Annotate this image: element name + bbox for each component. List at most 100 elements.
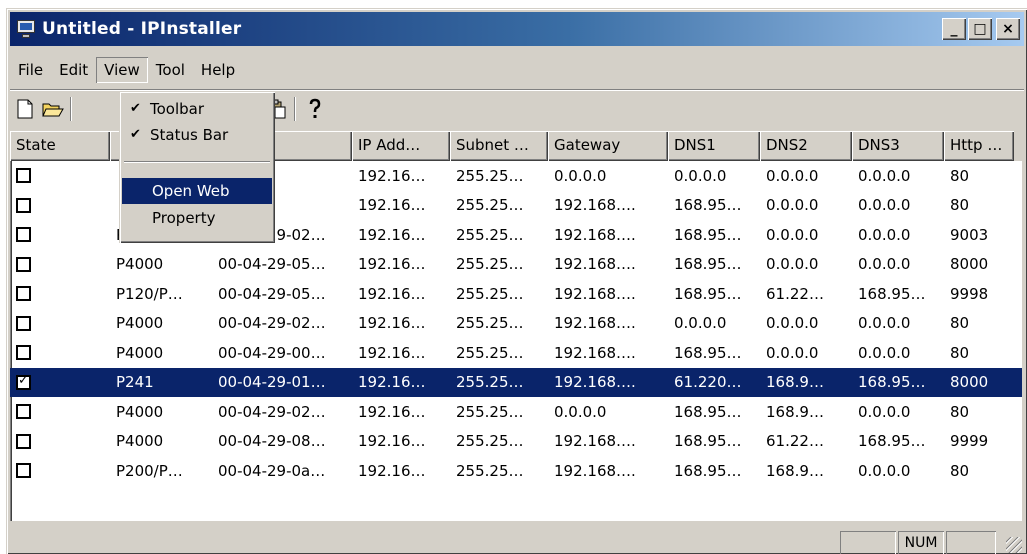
menu-tool[interactable]: Tool: [148, 57, 193, 83]
close-button[interactable]: ×: [996, 18, 1020, 40]
state-checkbox[interactable]: [16, 197, 31, 213]
column-header[interactable]: Subnet …: [450, 131, 548, 161]
state-cell: [10, 168, 110, 184]
table-cell: 255.25…: [456, 255, 524, 274]
table-cell: 255.25…: [456, 402, 524, 421]
view-menu-dropdown: ✔ Toolbar ✔ Status Bar Open Web Property: [119, 91, 275, 243]
table-cell: 00-04-29-02…: [218, 402, 326, 421]
new-file-icon[interactable]: [12, 96, 38, 122]
table-cell: 168.95…: [858, 373, 926, 392]
table-row[interactable]: P4000 00-04-29-00… 192.16… 255.25… 192.168….…: [10, 338, 1022, 368]
state-checkbox[interactable]: [16, 256, 31, 272]
column-header[interactable]: State: [10, 131, 110, 161]
maximize-button[interactable]: □: [968, 18, 992, 40]
column-header[interactable]: IP Add…: [352, 131, 450, 161]
state-checkbox[interactable]: [16, 168, 31, 184]
table-cell: 8000: [950, 255, 989, 274]
menu-item-toolbar[interactable]: ✔ Toolbar: [122, 96, 272, 122]
menu-item-property[interactable]: Property: [122, 205, 272, 231]
table-row[interactable]: P4000 00-04-29-08… 192.16… 255.25… 192.168….…: [10, 427, 1022, 457]
table-cell: 168.95…: [858, 432, 926, 451]
table-cell: 192.168….: [554, 314, 636, 333]
menu-file[interactable]: File: [10, 57, 51, 83]
open-folder-icon[interactable]: [40, 96, 66, 122]
table-cell: 80: [950, 402, 970, 421]
menu-bar: File Edit View Tool Help: [10, 57, 243, 83]
table-cell: 168.95…: [674, 255, 742, 274]
resize-grip[interactable]: [1006, 537, 1022, 553]
state-cell: [10, 345, 110, 361]
table-cell: P4000: [116, 255, 164, 274]
table-cell: 0.0.0.0: [858, 461, 911, 480]
table-cell: 00-04-29-02…: [218, 314, 326, 333]
table-row[interactable]: P120/P… 00-04-29-05… 192.16… 255.25… 192.168…: [10, 279, 1022, 309]
state-cell: [10, 256, 110, 272]
state-checkbox[interactable]: [16, 374, 31, 390]
state-checkbox[interactable]: [16, 286, 31, 302]
table-cell: 0.0.0.0: [766, 225, 819, 244]
table-cell: 0.0.0.0: [766, 255, 819, 274]
table-cell: 80: [950, 461, 970, 480]
menu-help[interactable]: Help: [193, 57, 243, 83]
table-cell: 192.16…: [358, 343, 426, 362]
app-icon: [16, 19, 36, 39]
table-cell: 255.25…: [456, 461, 524, 480]
table-cell: 0.0.0.0: [858, 314, 911, 333]
column-header[interactable]: Gateway: [548, 131, 668, 161]
help-icon[interactable]: [302, 96, 328, 122]
table-cell: 168.9…: [766, 373, 824, 392]
table-cell: 0.0.0.0: [766, 314, 819, 333]
table-cell: P4000: [116, 343, 164, 362]
table-cell: 255.25…: [456, 343, 524, 362]
table-cell: 192.16…: [358, 373, 426, 392]
table-cell: 0.0.0.0: [858, 343, 911, 362]
menu-item-open-web[interactable]: Open Web: [122, 178, 272, 204]
table-cell: 192.168….: [554, 225, 636, 244]
menu-item-status-bar[interactable]: ✔ Status Bar: [122, 122, 272, 148]
state-checkbox[interactable]: [16, 404, 31, 420]
column-header[interactable]: DNS1: [668, 131, 760, 161]
menu-separator: [124, 161, 270, 163]
table-cell: 255.25…: [456, 196, 524, 215]
table-row[interactable]: P4000 00-04-29-05… 192.16… 255.25… 192.168….…: [10, 250, 1022, 280]
table-cell: 192.168….: [554, 432, 636, 451]
column-header[interactable]: Http …: [944, 131, 1014, 161]
minimize-button[interactable]: _: [942, 18, 966, 40]
table-cell: 0.0.0.0: [858, 225, 911, 244]
table-cell: 0.0.0.0: [766, 196, 819, 215]
state-cell: [10, 404, 110, 420]
menu-view[interactable]: View: [96, 57, 148, 83]
state-cell: [10, 374, 110, 390]
table-cell: P4000: [116, 314, 164, 333]
table-cell: 0.0.0.0: [674, 314, 727, 333]
column-header[interactable]: DNS3: [852, 131, 944, 161]
state-checkbox[interactable]: [16, 315, 31, 331]
toolbar-separator: [70, 96, 72, 121]
table-cell: 168.95…: [674, 402, 742, 421]
menu-edit[interactable]: Edit: [51, 57, 96, 83]
table-cell: 0.0.0.0: [858, 255, 911, 274]
state-checkbox[interactable]: [16, 227, 31, 243]
table-cell: 168.95…: [674, 461, 742, 480]
table-cell: 192.16…: [358, 166, 426, 185]
minimize-icon: _: [950, 21, 958, 37]
table-row[interactable]: P4000 00-04-29-02… 192.16… 255.25… 0.0.0.0 16…: [10, 397, 1022, 427]
table-cell: 0.0.0.0: [858, 166, 911, 185]
table-row[interactable]: P4000 00-04-29-02… 192.16… 255.25… 192.168….…: [10, 309, 1022, 339]
table-cell: 80: [950, 166, 970, 185]
toolbar-separator-2: [294, 96, 296, 121]
title-bar[interactable]: Untitled - IPInstaller _ □ ×: [10, 12, 1024, 46]
table-cell: 192.16…: [358, 314, 426, 333]
table-cell: 61.22…: [766, 284, 824, 303]
state-checkbox[interactable]: [16, 433, 31, 449]
table-row[interactable]: P200/P… 00-04-29-0a… 192.16… 255.25… 192.168…: [10, 456, 1022, 486]
checkmark-icon: ✔: [130, 127, 141, 142]
menu-item-label: Toolbar: [150, 100, 205, 118]
state-checkbox[interactable]: [16, 463, 31, 479]
table-cell: 0.0.0.0: [766, 166, 819, 185]
table-row[interactable]: P241 00-04-29-01… 192.16… 255.25… 192.168…. 6…: [10, 367, 1022, 397]
table-cell: 255.25…: [456, 225, 524, 244]
table-cell: 168.9…: [766, 461, 824, 480]
state-checkbox[interactable]: [16, 345, 31, 361]
column-header[interactable]: DNS2: [760, 131, 852, 161]
